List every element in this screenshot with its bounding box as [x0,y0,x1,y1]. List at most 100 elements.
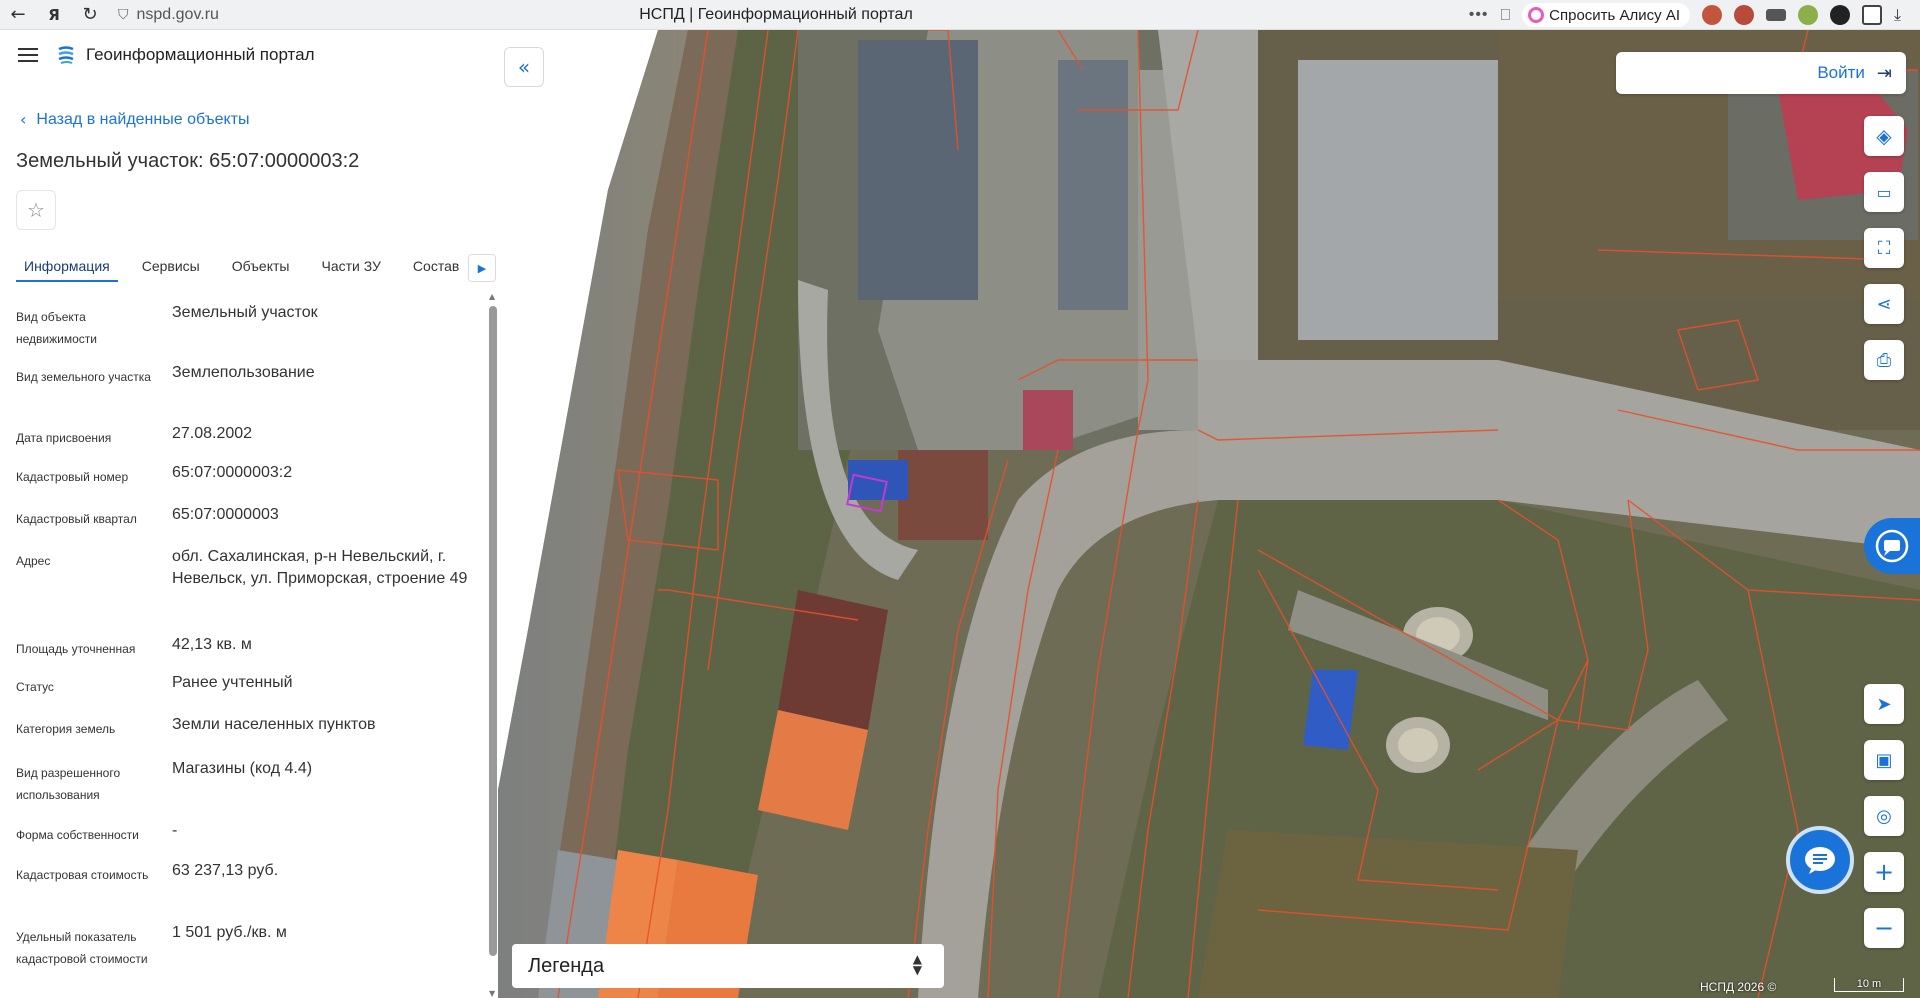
property-label: Дата присвоения [16,431,112,445]
select-area-button[interactable]: ⛶ [1864,228,1904,268]
alice-icon [1528,7,1545,23]
back-link-label: Назад в найденные объекты [36,110,250,128]
scroll-thumb[interactable] [489,306,497,956]
location-search-icon: ◎ [1876,805,1892,827]
legend-label: Легенда [528,954,605,977]
chat-button[interactable] [1786,826,1854,894]
navigation-arrow-icon: ➤ [1876,693,1892,715]
property-value: 63 237,13 руб. [172,862,279,879]
property-value: Магазины (код 4.4) [172,760,313,777]
shield-icon: ⛉ [118,6,129,23]
search-location-button[interactable]: ◎ [1864,796,1904,836]
more-icon[interactable]: ••• [1469,6,1489,24]
yandex-icon[interactable]: Я [36,0,72,30]
property-label: Кадастровый квартал [16,512,137,526]
property-label: Вид разрешенного использования [16,766,121,802]
tab-info[interactable]: Информация [16,252,118,282]
property-label: Категория земель [16,722,116,736]
tab-composition[interactable]: Состав [405,252,467,282]
assistant-button[interactable] [1864,518,1920,574]
extension-icon[interactable] [1734,5,1754,25]
minus-icon: − [1873,914,1895,942]
zoom-out-button[interactable]: − [1864,908,1904,948]
browser-toolbar: ← Я ↻ ⛉ nspd.gov.ru НСПД | Геоинформацио… [0,0,1920,30]
tab-services[interactable]: Сервисы [134,252,208,282]
extension-icon[interactable] [1862,5,1882,25]
measure-button[interactable]: ▭ [1864,172,1904,212]
tab-bar: Информация Сервисы Объекты Части ЗУ Сост… [16,252,496,282]
property-value: Земельный участок [172,304,318,321]
property-value: 1 501 руб./кв. м [172,924,287,941]
app-title: Геоинформационный портал [86,45,315,64]
triangle-down-icon[interactable]: ▼ [489,989,495,998]
panel-scrollbar[interactable]: ▲ ▼ [488,292,498,998]
share-icon: ⋖ [1876,293,1892,315]
alice-button[interactable]: Спросить Алису AI [1522,3,1690,27]
property-label: Адрес [16,554,51,568]
properties-list: Вид объекта недвижимости Земельный участ… [0,292,488,998]
property-label: Удельный показатель кадастровой стоимост… [16,930,148,966]
property-label: Форма собственности [16,828,139,842]
property-label: Кадастровый номер [16,470,129,484]
plus-icon: + [1873,858,1895,886]
login-label: Войти [1817,63,1865,82]
copyright-text: НСПД 2026 © [1700,980,1777,994]
tabs-next-button[interactable]: ▶ [468,254,496,282]
bookmark-icon[interactable]: ⎕ [1501,5,1511,25]
favorite-button[interactable]: ☆ [16,190,56,230]
chevron-left-icon: ‹ [20,110,27,129]
satellite-imagery [498,30,1920,998]
share-button[interactable]: ⋖ [1864,284,1904,324]
star-icon: ☆ [27,198,45,222]
property-value: 42,13 кв. м [172,636,252,653]
property-label: Кадастровая стоимость [16,868,149,882]
url-text: nspd.gov.ru [136,5,219,23]
property-value: 65:07:0000003:2 [172,464,293,481]
zoom-in-button[interactable]: + [1864,852,1904,892]
property-value: Земли населенных пунктов [172,716,376,733]
printer-icon: ⎙ [1876,349,1892,371]
property-value: Ранее учтенный [172,674,293,691]
triangle-right-icon: ▶ [477,261,487,275]
minimap-icon: ▣ [1875,749,1893,771]
tab-objects[interactable]: Объекты [224,252,298,282]
menu-icon[interactable] [18,48,38,62]
legend-dropdown[interactable]: Легенда ▲ ▼ [512,944,944,988]
property-value: обл. Сахалинская, р-н Невельский, г. Нев… [172,548,468,587]
ruler-icon: ▭ [1876,182,1892,202]
double-chevron-left-icon: « [517,55,531,79]
info-panel: Геоинформационный портал ‹ Назад в найде… [0,30,498,998]
browser-extensions: ••• ⎕ Спросить Алису AI ⤓ [1469,0,1920,30]
extension-icon[interactable] [1702,5,1722,25]
property-value: 65:07:0000003 [172,506,279,523]
minimap-button[interactable]: ▣ [1864,740,1904,780]
expand-icon: ▲ ▼ [912,952,922,977]
property-label: Статус [16,680,54,694]
object-title: Земельный участок: 65:07:0000003:2 [16,150,360,172]
portal-logo-icon [58,46,74,64]
download-icon[interactable]: ⤓ [1894,5,1914,25]
extension-icon[interactable] [1766,9,1786,21]
back-to-results-link[interactable]: ‹ Назад в найденные объекты [20,110,250,129]
tab-title: НСПД | Геоинформационный портал [639,5,913,23]
address-bar[interactable]: ⛉ nspd.gov.ru [118,3,219,27]
property-value: 27.08.2002 [172,425,253,442]
tab-parts[interactable]: Части ЗУ [313,252,388,282]
triangle-up-icon[interactable]: ▲ [489,292,495,301]
print-button[interactable]: ⎙ [1864,340,1904,380]
geolocation-button[interactable]: ➤ [1864,684,1904,724]
assistant-icon [1875,529,1909,563]
reload-icon[interactable]: ↻ [72,0,108,30]
layers-icon: ◈ [1876,124,1892,148]
back-arrow-icon[interactable]: ← [0,0,36,30]
layers-button[interactable]: ◈ [1864,116,1904,156]
player-icon[interactable] [1830,5,1850,25]
extension-icon[interactable] [1798,5,1818,25]
property-value: - [172,822,178,839]
map-canvas[interactable] [498,30,1920,998]
property-label: Площадь уточненная [16,642,136,656]
collapse-panel-button[interactable]: « [504,47,544,87]
login-button[interactable]: Войти ⇥ [1616,52,1906,94]
map-scale: 10 m [1834,978,1904,992]
login-icon: ⇥ [1876,62,1892,84]
